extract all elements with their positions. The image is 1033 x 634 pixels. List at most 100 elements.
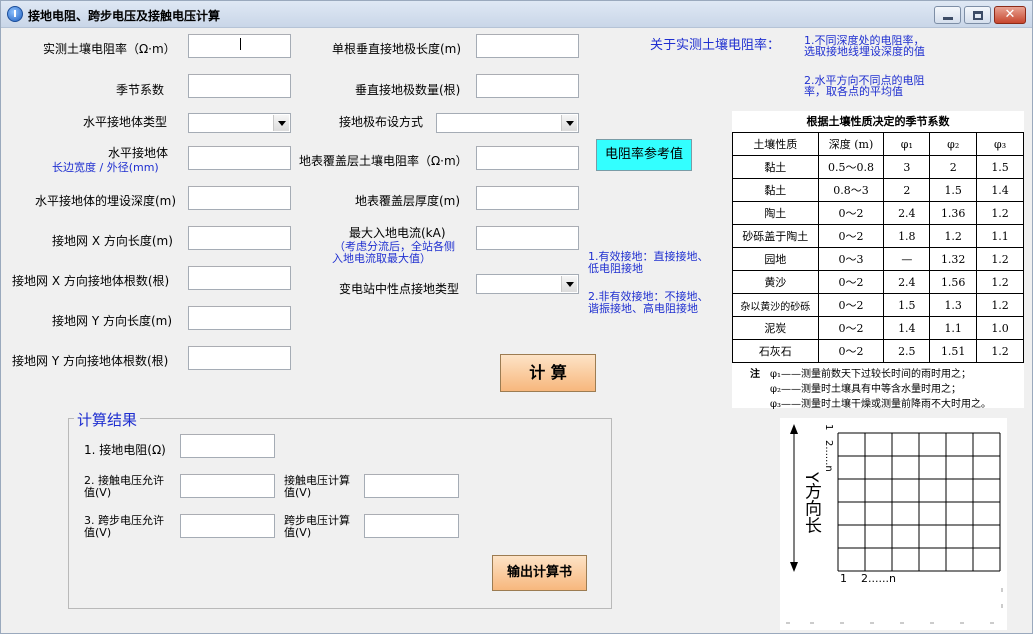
touch-allow-input[interactable]: [180, 474, 275, 498]
table-cell: 2: [883, 178, 931, 202]
vertical-length-label: 单根垂直接地极长度(m): [332, 42, 462, 56]
grid-y-count-input[interactable]: [188, 346, 291, 370]
table-header-cell: 深度 (m): [817, 132, 885, 156]
table-note-1: φ₁——测量前数天下过较长时间的雨时用之；: [770, 369, 972, 380]
max-current-note-line1: （考虑分流后，全站各侧: [334, 240, 455, 253]
horizontal-width-sublabel: 长边宽度 / 外径(mm): [52, 161, 159, 174]
table-cell: 0～2: [817, 339, 885, 363]
table-cell: 1.36: [929, 201, 978, 225]
chevron-down-icon: [273, 115, 289, 131]
layout-mode-select[interactable]: [436, 113, 579, 133]
row-index-rest: 2......n: [823, 440, 834, 472]
max-current-input[interactable]: [476, 226, 579, 250]
surface-thickness-input[interactable]: [476, 186, 579, 210]
vertical-count-input[interactable]: [476, 74, 579, 98]
table-cell: 1.8: [883, 224, 931, 248]
table-cell: 1.2: [976, 270, 1024, 294]
export-report-button[interactable]: 输出计算书: [492, 555, 587, 591]
table-cell: 2.4: [883, 201, 931, 225]
soil-note-1b: 选取接地线埋设深度的值: [804, 45, 925, 58]
touch-calc-input[interactable]: [364, 474, 459, 498]
table-header-cell: φ₁: [883, 132, 931, 156]
table-cell: 0～2: [817, 316, 885, 340]
table-cell: 0.8～3: [817, 178, 885, 202]
table-row: 石灰石 0～2 2.5 1.51 1.2: [732, 339, 1024, 363]
y-direction-label: Y方向长: [799, 472, 824, 534]
vertical-length-input[interactable]: [476, 34, 579, 58]
touch-calc-label-2: 值(V): [284, 486, 312, 499]
table-cell: 黏土: [732, 178, 819, 202]
step-allow-label-1: 3. 跨步电压允许: [84, 514, 164, 527]
table-cell: 泥炭: [732, 316, 819, 340]
table-cell: 1.3: [929, 293, 978, 317]
table-header-row: 土壤性质 深度 (m) φ₁ φ₂ φ₃: [732, 132, 1024, 156]
resistance-result-label: 1. 接地电阻(Ω): [84, 443, 166, 457]
close-button[interactable]: ✕: [994, 6, 1026, 24]
table-cell: 1.5: [929, 178, 978, 202]
horizontal-type-select[interactable]: [188, 113, 291, 133]
surface-thickness-label: 地表覆盖层厚度(m): [355, 194, 461, 208]
maximize-button[interactable]: [964, 6, 991, 24]
seasonal-factor-label: 季节系数: [116, 83, 165, 97]
table-cell: 0～2: [817, 201, 885, 225]
table-cell: 0～2: [817, 224, 885, 248]
column-index-labels: 1 2......n: [840, 572, 896, 585]
horizontal-type-label: 水平接地体类型: [83, 115, 168, 129]
horizontal-width-input[interactable]: [188, 146, 291, 170]
neutral-grounding-select[interactable]: [476, 274, 579, 294]
step-allow-input[interactable]: [180, 514, 275, 538]
burial-depth-input[interactable]: [188, 186, 291, 210]
grounding-note-1b: 低电阻接地: [588, 262, 643, 275]
neutral-grounding-label: 变电站中性点接地类型: [339, 282, 460, 296]
table-header-cell: φ₃: [976, 132, 1024, 156]
maximize-icon: [973, 11, 983, 20]
step-calc-input[interactable]: [364, 514, 459, 538]
grid-x-count-input[interactable]: [188, 266, 291, 290]
calculate-button[interactable]: 计 算: [500, 354, 596, 392]
table-cell: 1.5: [976, 155, 1024, 179]
vertical-count-label: 垂直接地极数量(根): [355, 83, 461, 97]
table-note-2: φ₂——测量时土壤具有中等含水量时用之；: [770, 384, 962, 395]
text-caret: [240, 38, 241, 50]
step-calc-label-2: 值(V): [284, 526, 312, 539]
table-cell: 1.0: [976, 316, 1024, 340]
table-row: 砂砾盖于陶土 0～2 1.8 1.2 1.1: [732, 224, 1024, 248]
resistivity-reference-button[interactable]: 电阻率参考值: [596, 139, 692, 171]
burial-depth-label: 水平接地体的埋设深度(m): [35, 194, 177, 208]
window-title: 接地电阻、跨步电压及接触电压计算: [28, 9, 221, 23]
table-row: 黄沙 0～2 2.4 1.56 1.2: [732, 270, 1024, 294]
close-icon: ✕: [1004, 7, 1016, 22]
table-note-head: 注: [750, 369, 760, 380]
table-cell: 0.5～0.8: [817, 155, 885, 179]
table-cell: 3: [883, 155, 931, 179]
grid-x-length-input[interactable]: [188, 226, 291, 250]
soil-resistivity-input[interactable]: [188, 34, 291, 58]
table-cell: 园地: [732, 247, 819, 271]
table-header-cell: 土壤性质: [732, 132, 819, 156]
title-bar: 接地电阻、跨步电压及接触电压计算 ✕: [1, 1, 1032, 28]
table-cell: 1.2: [929, 224, 978, 248]
layout-mode-label: 接地极布设方式: [339, 115, 424, 129]
soil-note-title: 关于实测土壤电阻率：: [650, 38, 781, 53]
table-cell: —: [883, 247, 931, 271]
table-cell: 1.2: [976, 293, 1024, 317]
step-allow-label-2: 值(V): [84, 526, 112, 539]
table-cell: 1.51: [929, 339, 978, 363]
soil-note-2b: 率，取各点的平均值: [804, 85, 903, 98]
resistance-result-input[interactable]: [180, 434, 275, 458]
soil-resistivity-label: 实测土壤电阻率（Ω·m）: [43, 42, 176, 56]
main-window: 接地电阻、跨步电压及接触电压计算 ✕ 实测土壤电阻率（Ω·m） 季节系数 水平接…: [0, 0, 1033, 634]
grounding-grid-figure: Y方向长 1 2......n 1 2......n: [780, 418, 1007, 630]
surface-resistivity-input[interactable]: [476, 146, 579, 170]
table-cell: 1.4: [883, 316, 931, 340]
seasonal-factor-table: 根据土壤性质决定的季节系数 土壤性质 深度 (m) φ₁ φ₂ φ₃ 黏土 0.5…: [732, 111, 1024, 410]
seasonal-factor-input[interactable]: [188, 74, 291, 98]
step-calc-label-1: 跨步电压计算: [284, 514, 350, 527]
table-cell: 黏土: [732, 155, 819, 179]
grid-y-length-input[interactable]: [188, 306, 291, 330]
minimize-button[interactable]: [934, 6, 961, 24]
minimize-icon: [943, 17, 953, 20]
chevron-down-icon: [561, 276, 577, 292]
table-cell: 0～3: [817, 247, 885, 271]
table-header-cell: φ₂: [929, 132, 978, 156]
